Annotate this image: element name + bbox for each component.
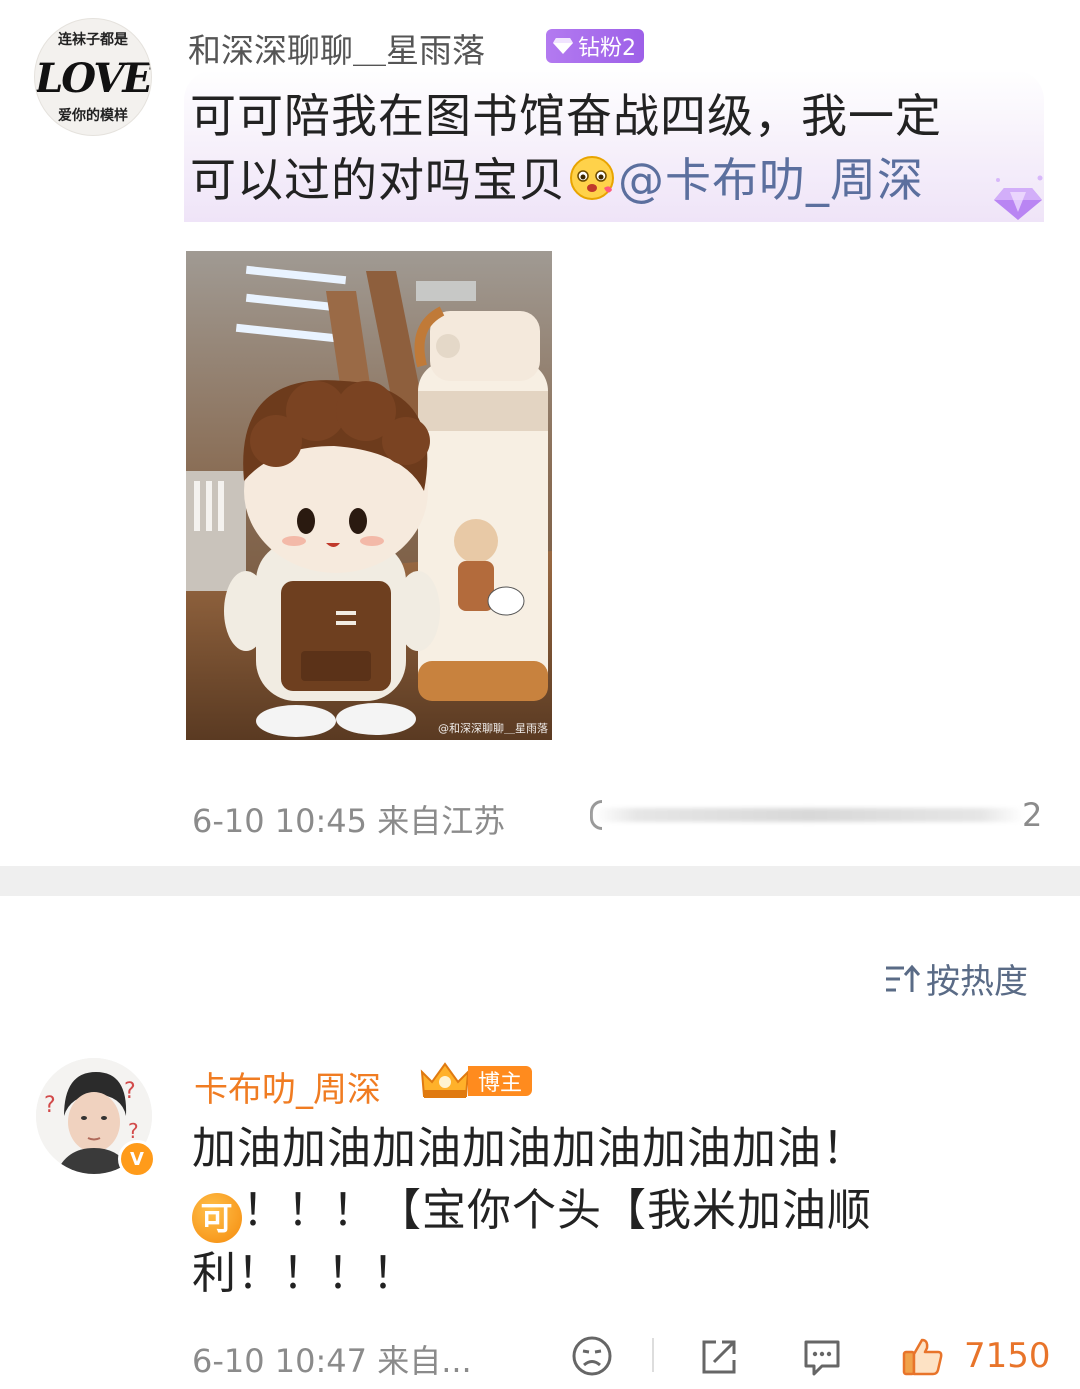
commenter-name[interactable]: 卡布叻_周深 [194, 1062, 381, 1111]
dislike-face-icon[interactable] [570, 1334, 614, 1378]
avatar-text-bottom: 爱你的模样 [58, 108, 128, 124]
post-time-location: 6-10 10:45 来自江苏 [192, 802, 506, 840]
diamond-icon [553, 38, 573, 54]
host-badge-label: 博主 [468, 1066, 533, 1096]
photo-watermark: @和深深聊聊＿星雨落 [438, 722, 548, 735]
post-author-avatar[interactable]: 连袜子都是 LOVE 爱你的模样 [34, 18, 152, 136]
liked-strip-blur [594, 808, 1024, 822]
sort-icon [886, 964, 920, 992]
comment-text-line3: 利！！！！ [192, 1248, 417, 1299]
mention-link[interactable]: @卡布叻_周深 [618, 153, 924, 207]
share-icon[interactable] [698, 1334, 742, 1378]
fan-badge-label: 钻粉2 [578, 36, 636, 61]
host-badge: 博主 [416, 1060, 533, 1102]
section-divider [0, 866, 1080, 896]
shy-face-emoji-icon [570, 156, 614, 200]
post-author-name[interactable]: 和深深聊聊＿星雨落 [188, 24, 485, 72]
sort-label: 按热度 [926, 962, 1028, 1002]
comment-icon[interactable] [800, 1334, 844, 1378]
fan-level-badge[interactable]: 钻粉2 [546, 29, 644, 63]
comment-like-count: 7150 [964, 1336, 1051, 1376]
post-text-line1: 可可陪我在图书馆奋战四级，我一定 [190, 89, 942, 143]
sort-by-hot-button[interactable]: 按热度 [884, 954, 1028, 1003]
post-text-line2: 可以过的对吗宝贝 [190, 153, 566, 207]
avatar-text-top: 连袜子都是 [58, 32, 128, 48]
post-text: 可可陪我在图书馆奋战四级，我一定 可以过的对吗宝贝 @卡布叻_周深 [190, 84, 1020, 212]
liked-users-strip[interactable] [590, 800, 1040, 830]
plush-doll-and-bottle-photo [186, 251, 552, 740]
avatar-text-love: LOVE [35, 55, 151, 102]
comment-text-line2: ！！！【宝你个头【我米加油顺 [242, 1185, 872, 1236]
verified-icon: V [118, 1140, 156, 1178]
post-likes-count: 2 [1022, 796, 1043, 834]
thumbs-up-icon[interactable] [900, 1334, 944, 1378]
diamond-decoration-icon [994, 175, 1043, 220]
action-separator [652, 1338, 654, 1372]
comment-text-line1: 加油加油加油加油加油加油加油！ [192, 1123, 867, 1174]
post-photo[interactable]: @和深深聊聊＿星雨落 [186, 251, 552, 740]
ke-emoji-icon: 可 [192, 1193, 242, 1243]
crown-icon [420, 1062, 470, 1098]
svg-text:?: ? [44, 1093, 56, 1118]
svg-text:?: ? [124, 1079, 136, 1104]
comment-time-location: 6-10 10:47 来自... [192, 1342, 472, 1380]
comment-text: 加油加油加油加油加油加油加油！ 可！！！【宝你个头【我米加油顺 利！！！！ [192, 1118, 1012, 1305]
